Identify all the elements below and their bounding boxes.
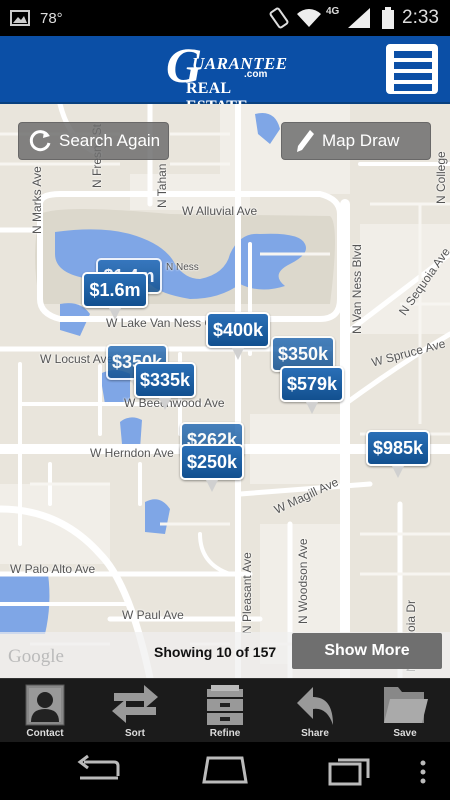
toolbar-share[interactable]: Share [270, 679, 360, 743]
toolbar-save[interactable]: Save [360, 679, 450, 743]
system-nav-bar [0, 742, 450, 800]
road-label-w-alluvial: W Alluvial Ave [182, 204, 258, 218]
overflow-menu-icon[interactable] [418, 760, 428, 788]
price-pin[interactable]: $985k [366, 430, 430, 478]
logo-com: .com [244, 69, 268, 80]
share-icon [297, 687, 333, 725]
road-label-n-ness: N Ness [166, 262, 199, 273]
contact-icon [25, 684, 65, 726]
clock-text: 2:33 [402, 7, 439, 28]
road-label-n-marks-ave: N Marks Ave [30, 166, 44, 234]
road-label-n-woodson: N Woodson Ave [296, 538, 310, 624]
home-icon[interactable] [198, 754, 252, 786]
list-icon [394, 51, 432, 58]
signal-icon [346, 0, 372, 36]
toolbar-sort[interactable]: Sort [90, 679, 180, 743]
search-again-button[interactable]: Search Again [18, 122, 169, 160]
road-label-w-paul: W Paul Ave [122, 608, 184, 622]
app-header: G UARANTEE .com REAL ESTATE [0, 36, 450, 115]
road-label-n-college: N College [434, 151, 448, 204]
recent-apps-icon[interactable] [326, 754, 374, 786]
pen-icon [297, 130, 314, 152]
rotation-icon [268, 0, 290, 36]
map-view[interactable]: N Marks Ave N Fresno St N Tahan W Alluvi… [0, 104, 450, 678]
show-more-button[interactable]: Show More [292, 633, 442, 669]
status-bar: 78° 4G 2:33 [0, 0, 450, 36]
road-label-w-locust: W Locust Ave [40, 352, 114, 366]
price-pin[interactable]: $250k [180, 444, 244, 492]
toolbar-refine[interactable]: Refine [180, 679, 270, 743]
bottom-toolbar: Contact Sort Refine Share Save [0, 678, 450, 742]
save-icon [384, 687, 428, 723]
price-pin[interactable]: $400k [206, 312, 270, 360]
toolbar-contact[interactable]: Contact [0, 679, 90, 743]
list-view-button[interactable] [386, 44, 438, 94]
road-label-n-tahan: N Tahan [155, 163, 169, 208]
search-again-label: Search Again [59, 131, 161, 150]
road-label-w-lake-van-ness-cir: W Lake Van Ness Cir [106, 316, 220, 330]
road-label-n-van-ness-blvd: N Van Ness Blvd [350, 244, 364, 334]
results-count-text: Showing 10 of 157 [154, 644, 277, 660]
wifi-icon [296, 0, 322, 36]
map-base-layer [0, 104, 450, 678]
price-pin[interactable]: $579k [280, 366, 344, 414]
price-pin[interactable]: $1.6m [82, 272, 148, 320]
refresh-icon [29, 130, 51, 152]
temperature-text: 78° [40, 9, 63, 27]
network-type-text: 4G [326, 5, 340, 17]
photo-notification-icon [10, 0, 30, 36]
refine-label: Refine [209, 728, 241, 739]
road-label-n-pleasant: N Pleasant Ave [240, 552, 254, 634]
share-label: Share [301, 728, 329, 739]
road-label-w-beechwood: W Beechwood Ave [124, 396, 225, 410]
refine-icon [207, 685, 243, 725]
contact-label: Contact [26, 728, 64, 739]
sort-icon [112, 685, 158, 723]
google-logo: Google [8, 646, 64, 667]
road-label-w-herndon: W Herndon Ave [90, 446, 174, 460]
sort-label: Sort [125, 728, 145, 739]
save-label: Save [393, 728, 417, 739]
back-icon[interactable] [74, 754, 126, 786]
price-pin[interactable]: $335k [134, 362, 196, 410]
logo-line-1: UARANTEE [192, 54, 288, 73]
battery-icon [382, 0, 394, 36]
road-label-w-palo-alto: W Palo Alto Ave [10, 562, 96, 576]
map-draw-button[interactable]: Map Draw [281, 122, 431, 160]
guarantee-logo[interactable]: G UARANTEE .com REAL ESTATE [166, 40, 288, 115]
map-draw-label: Map Draw [322, 131, 400, 150]
